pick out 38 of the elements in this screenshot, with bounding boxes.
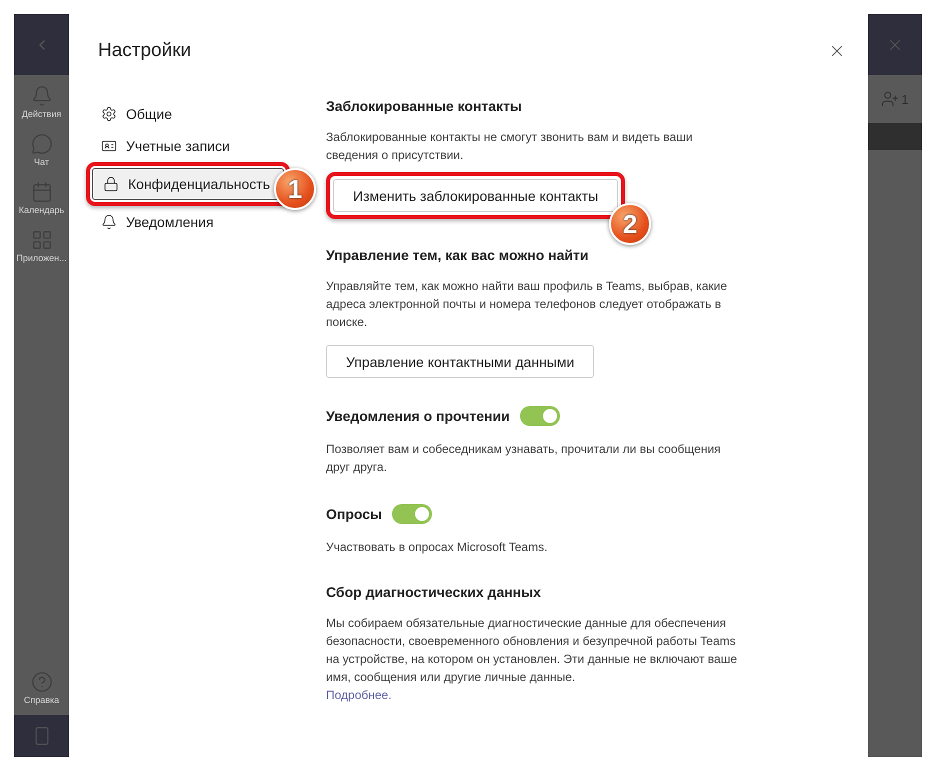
section-heading: Управление тем, как вас можно найти <box>326 247 588 263</box>
settings-nav-item[interactable]: Учетные записи <box>98 130 239 162</box>
settings-nav-item[interactable]: Конфиденциальность <box>92 168 284 200</box>
toolbar-band <box>868 123 922 150</box>
id-card-icon <box>101 138 117 154</box>
rail-label: Календарь <box>18 205 64 215</box>
calendar-icon[interactable] <box>30 181 52 203</box>
section-description: Участвовать в опросах Microsoft Teams. <box>326 539 548 556</box>
toggle-switch[interactable] <box>392 504 432 524</box>
step-badge: 1 <box>274 168 316 210</box>
rail-label: Чат <box>34 157 49 167</box>
more-link[interactable]: Подробнее. <box>326 686 392 704</box>
rail-label: Действия <box>22 109 62 119</box>
help-icon[interactable] <box>30 671 52 693</box>
section-description: Заблокированные контакты не смогут звонить вам и видеть ваши сведения о присутствии. <box>326 129 694 164</box>
grid-icon[interactable] <box>30 229 52 251</box>
section-heading: Сбор диагностических данных <box>326 584 541 600</box>
section-heading: Опросы <box>326 506 382 522</box>
action-button[interactable]: Изменить заблокированные контакты <box>333 179 618 212</box>
bell-icon[interactable] <box>30 85 52 107</box>
section-heading: Уведомления о прочтении <box>326 408 510 424</box>
section-description: Управляйте тем, как можно найти ваш профиль в Teams, выбрав, какие адреса электронной почты и номера телефонов следует отображать в поиске. <box>326 278 728 331</box>
section-description: Мы собираем обязательные диагностические данные для обеспечения безопасности, своевременного обновления и безупречной работы Teams на устройстве, на котором он установлен. Эти данные не включают ваше имя, сообщения или другие личные данные. <box>326 615 738 686</box>
gear-icon <box>101 106 117 122</box>
rail-label: Приложен... <box>16 253 67 263</box>
bell-icon <box>101 214 117 230</box>
section-heading: Заблокированные контакты <box>326 98 522 114</box>
section-description: Позволяет вам и собеседникам узнавать, прочитали ли вы сообщения друг друга. <box>326 441 722 476</box>
toggle-switch[interactable] <box>520 406 560 426</box>
lock-icon <box>103 176 119 192</box>
step-badge: 2 <box>609 203 652 245</box>
settings-nav-item[interactable]: Уведомления <box>98 206 223 238</box>
settings-nav-item[interactable]: Общие <box>98 98 182 130</box>
action-button[interactable]: Управление контактными данными <box>326 345 594 378</box>
chat-bubble-icon[interactable] <box>30 133 52 155</box>
dialog-title: Настройки <box>98 40 192 62</box>
add-person-icon[interactable] <box>881 90 900 108</box>
rail-label: Справка <box>24 695 60 705</box>
